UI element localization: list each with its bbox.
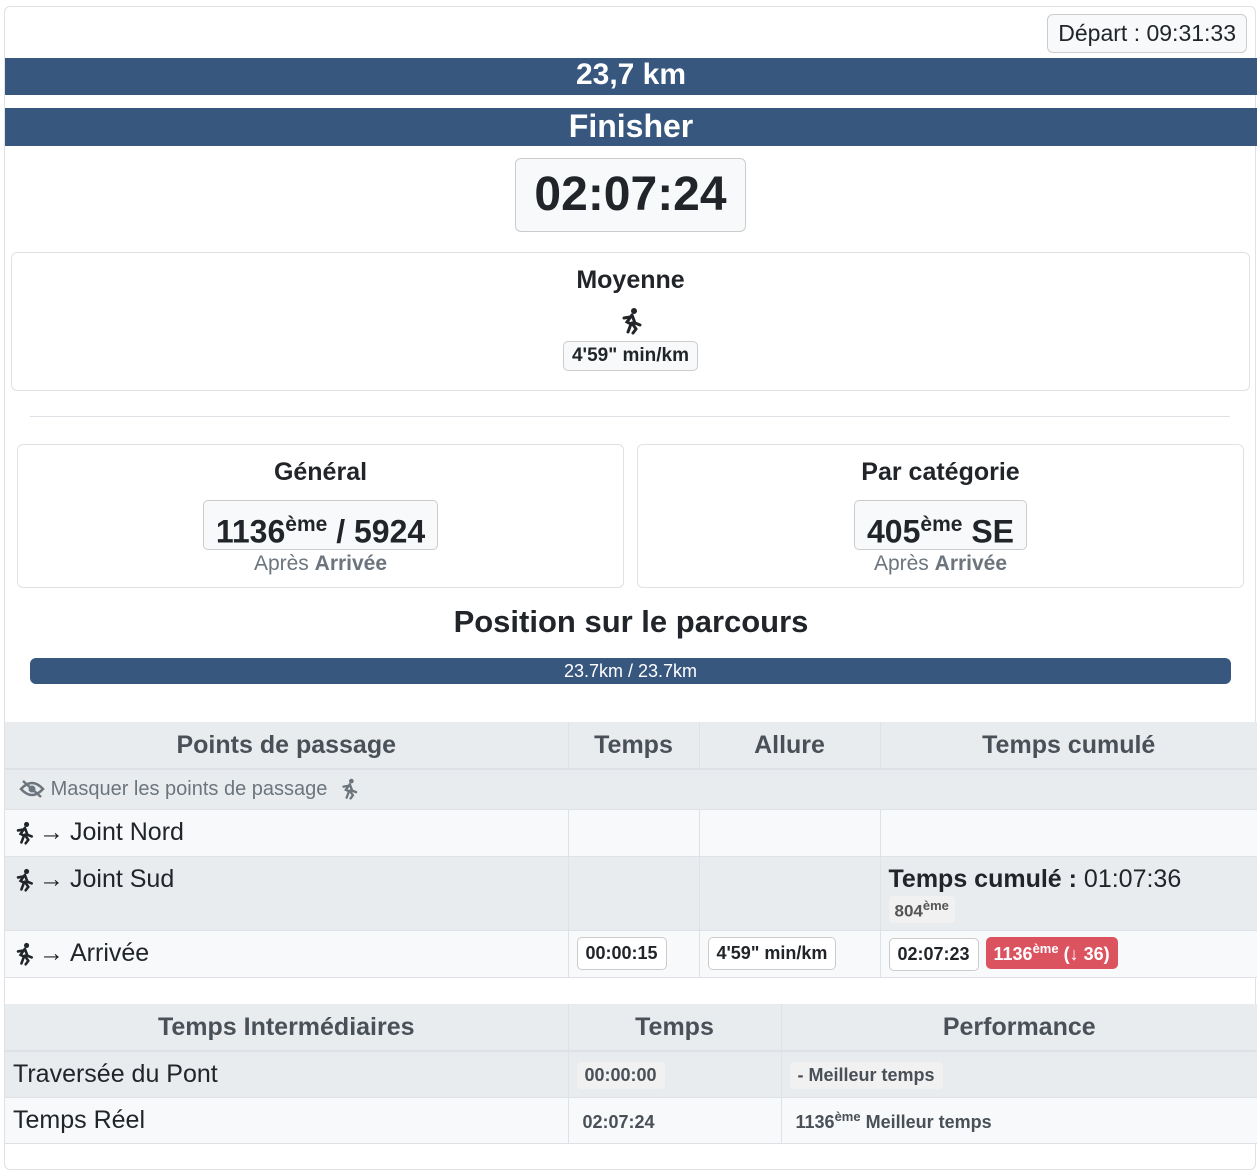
- arrivee-cumul: 02:07:23: [888, 937, 979, 971]
- checkpoint-joint-nord: → Joint Nord: [5, 809, 569, 856]
- moyenne-card: Moyenne 4'59" min/km: [11, 252, 1250, 391]
- category-after: Après Arrivée: [873, 552, 1008, 575]
- joint-sud-rank: 804ème: [888, 895, 955, 924]
- runner-icon: [16, 868, 33, 892]
- distance-banner: 23,7 km: [5, 58, 1257, 95]
- arrow-right-icon: →: [39, 818, 64, 846]
- general-title: Général: [273, 458, 368, 486]
- arrivee-temps: 00:00:15: [576, 937, 667, 970]
- runner-icon: [342, 779, 358, 801]
- split-performance: 1136ème Meilleur temps: [795, 1108, 992, 1132]
- col-intermediaires: Temps Intermédiaires: [5, 1004, 569, 1052]
- depart-time: Départ : 09:31:33: [1047, 14, 1247, 53]
- runner-icon: [622, 308, 641, 335]
- split-name: Traversée du Pont: [5, 1051, 569, 1097]
- col-cumul: Temps cumulé: [880, 722, 1257, 770]
- course-progress: 23.7km / 23.7km: [30, 658, 1231, 684]
- col-allure: Allure: [699, 722, 881, 770]
- category-title: Par catégorie: [861, 458, 1020, 486]
- intermediaires-table: Temps Intermédiaires Temps Performance T…: [5, 1004, 1257, 1144]
- col-performance: Performance: [781, 1004, 1257, 1052]
- finish-time: 02:07:24: [515, 158, 746, 232]
- status-banner: Finisher: [5, 108, 1257, 146]
- moyenne-title: Moyenne: [576, 266, 685, 294]
- divider: [30, 416, 1230, 417]
- mask-checkpoints-toggle[interactable]: Masquer les points de passage: [5, 769, 1257, 809]
- general-rank-card: Général 1136ème / 5924 Après Arrivée: [17, 444, 624, 588]
- arrivee-rank-badge: 1136ème (↓ 36): [985, 936, 1118, 969]
- progress-fill: 23.7km / 23.7km: [30, 658, 1231, 684]
- position-title: Position sur le parcours: [453, 604, 809, 639]
- runner-icon: [16, 943, 33, 966]
- col-temps: Temps: [568, 1004, 782, 1052]
- col-points: Points de passage: [5, 722, 569, 770]
- eye-slash-icon: [19, 780, 45, 799]
- checkpoint-joint-sud: → Joint Sud: [5, 856, 569, 930]
- category-rank: 405ème SE: [854, 500, 1027, 550]
- general-rank: 1136ème / 5924: [202, 500, 439, 550]
- checkpoint-arrivee: → Arrivée: [5, 930, 569, 977]
- split-time: 02:07:24: [582, 1111, 655, 1132]
- arrow-right-icon: →: [39, 939, 64, 967]
- result-panel: Départ : 09:31:33 23,7 km Finisher 02:07…: [4, 6, 1257, 1170]
- runner-icon: [16, 822, 33, 845]
- mask-label: Masquer les points de passage: [50, 777, 328, 800]
- split-time: 00:00:00: [576, 1062, 665, 1090]
- arrivee-allure: 4'59" min/km: [707, 937, 837, 970]
- col-temps: Temps: [568, 722, 700, 770]
- general-after: Après Arrivée: [253, 552, 388, 575]
- category-rank-card: Par catégorie 405ème SE Après Arrivée: [637, 444, 1244, 588]
- moyenne-pace: 4'59" min/km: [562, 341, 699, 371]
- joint-sud-cumul: Temps cumulé : 01:07:36 804ème: [880, 856, 1257, 930]
- split-name: Temps Réel: [5, 1097, 569, 1143]
- split-performance: - Meilleur temps: [789, 1062, 943, 1090]
- checkpoints-table: Points de passage Temps Allure Temps cum…: [5, 722, 1257, 978]
- arrow-right-icon: →: [39, 864, 64, 893]
